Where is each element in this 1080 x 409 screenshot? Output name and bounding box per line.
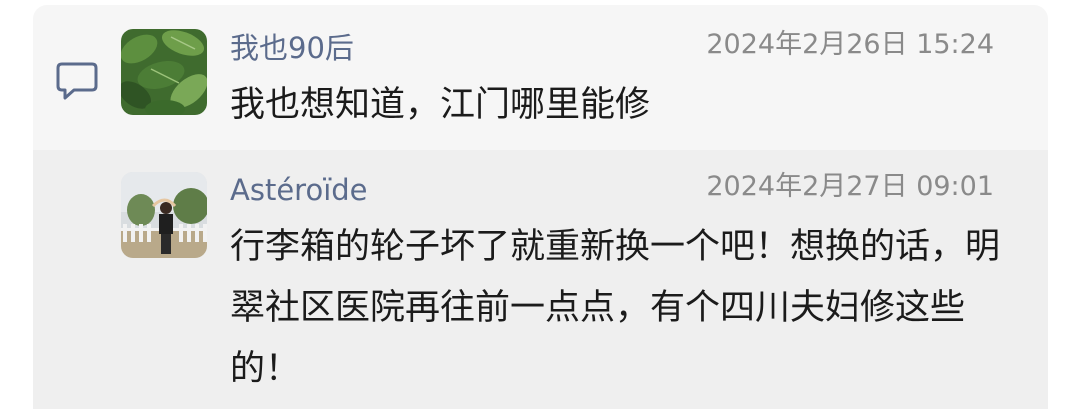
reply-timestamp: 2024年2月27日 09:01 <box>706 171 994 202</box>
reply-avatar[interactable] <box>121 172 207 258</box>
comment-timestamp: 2024年2月26日 15:24 <box>706 29 994 60</box>
avatar[interactable] <box>121 29 207 115</box>
comment-username[interactable]: 我也90后 <box>230 30 354 66</box>
comment-icon[interactable] <box>54 60 100 102</box>
avatar-leaves-image <box>121 29 207 115</box>
reply-content: 行李箱的轮子坏了就重新换一个吧！想换的话，明翠社区医院再往前一点点，有个四川夫妇… <box>230 227 1001 389</box>
avatar-photo-image <box>121 172 207 258</box>
comment-content: 我也想知道，江门哪里能修 <box>230 85 651 125</box>
reply-username[interactable]: Astéroïde <box>230 172 368 208</box>
